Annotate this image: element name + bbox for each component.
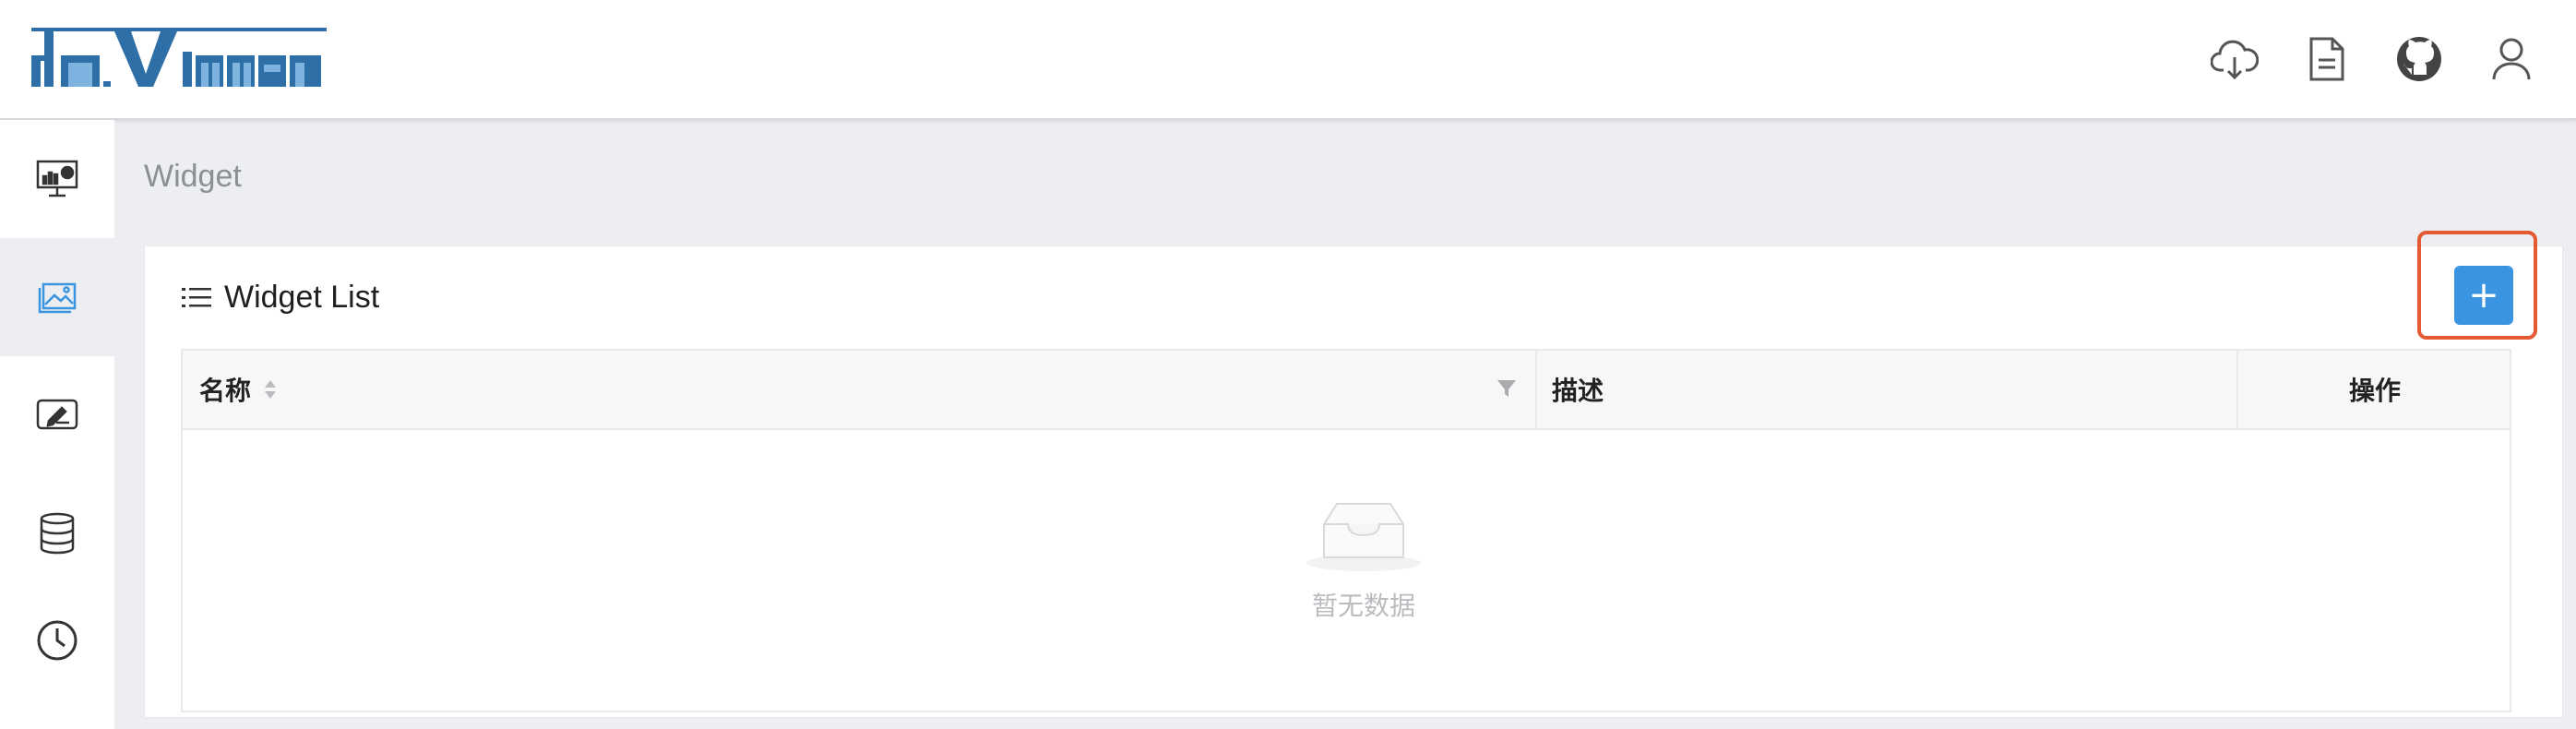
top-header bbox=[0, 0, 2576, 120]
widget-picture-icon bbox=[38, 282, 77, 314]
sidebar-item-source[interactable] bbox=[0, 474, 114, 592]
empty-inbox-icon bbox=[1306, 503, 1421, 571]
monitor-chart-icon bbox=[36, 160, 78, 197]
empty-state: 暂无数据 bbox=[1290, 498, 1437, 623]
database-icon bbox=[40, 512, 75, 555]
cloud-download-icon[interactable] bbox=[2207, 31, 2262, 87]
sidebar-item-editor[interactable] bbox=[0, 356, 114, 474]
column-divider bbox=[1535, 351, 1537, 428]
column-name-label: 名称 bbox=[199, 376, 252, 405]
column-divider bbox=[2236, 351, 2238, 428]
page-title: Widget bbox=[144, 159, 242, 194]
github-icon[interactable] bbox=[2391, 31, 2447, 87]
document-icon[interactable] bbox=[2299, 31, 2355, 87]
list-icon bbox=[182, 287, 211, 307]
user-icon[interactable] bbox=[2484, 31, 2539, 87]
filter-icon[interactable] bbox=[1497, 378, 1517, 403]
add-widget-button[interactable]: + bbox=[2454, 266, 2513, 325]
edit-screen-icon bbox=[36, 399, 78, 430]
sidebar-item-schedule[interactable] bbox=[0, 581, 114, 699]
column-header-name[interactable]: 名称 bbox=[199, 351, 277, 428]
clock-icon bbox=[37, 620, 78, 661]
table-header: 名称 描述 操作 bbox=[183, 351, 2510, 430]
card-title: Widget List bbox=[224, 280, 380, 315]
sort-icon[interactable] bbox=[264, 379, 277, 400]
sidebar-item-widget[interactable] bbox=[0, 238, 114, 356]
card-header: Widget List bbox=[182, 280, 379, 316]
column-header-actions: 操作 bbox=[2349, 351, 2401, 428]
column-actions-label: 操作 bbox=[2349, 376, 2402, 405]
sidebar-item-dashboard[interactable] bbox=[0, 120, 114, 238]
column-description-label: 描述 bbox=[1552, 376, 1604, 405]
davinci-logo[interactable] bbox=[31, 28, 327, 89]
widget-table: 名称 描述 操作 暂无数据 bbox=[181, 349, 2511, 712]
empty-text: 暂无数据 bbox=[1311, 592, 1415, 620]
sidebar bbox=[0, 120, 114, 729]
column-header-description: 描述 bbox=[1552, 351, 1604, 428]
